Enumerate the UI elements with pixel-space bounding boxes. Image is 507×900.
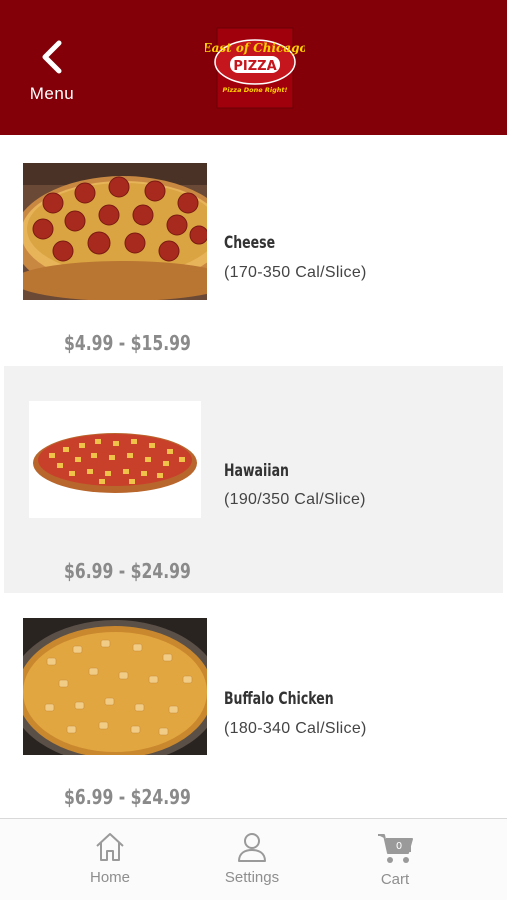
buffalo-chicken-pizza-image bbox=[23, 618, 207, 755]
menu-item-buffalo-chicken[interactable]: Buffalo Chicken (180-340 Cal/Slice) $6.9… bbox=[4, 593, 503, 818]
item-calories: (170-350 Cal/Slice) bbox=[224, 264, 367, 281]
home-icon bbox=[96, 833, 124, 861]
item-name: Buffalo Chicken bbox=[224, 689, 334, 709]
tab-cart[interactable]: 0 Cart bbox=[350, 831, 440, 897]
user-icon bbox=[238, 833, 266, 862]
svg-text:East of Chicago: East of Chicago bbox=[205, 41, 305, 55]
pepperoni-pizza-image bbox=[23, 163, 207, 300]
back-to-menu-button[interactable]: Menu bbox=[22, 40, 82, 110]
tab-home-label: Home bbox=[89, 869, 130, 886]
tab-settings[interactable]: Settings bbox=[207, 831, 297, 897]
svg-text:PIZZA: PIZZA bbox=[233, 59, 276, 74]
item-price: $4.99 - $15.99 bbox=[64, 331, 191, 355]
tab-settings-label: Settings bbox=[224, 869, 280, 886]
tab-cart-label: Cart bbox=[380, 871, 410, 888]
item-name: Hawaiian bbox=[224, 461, 289, 481]
item-price: $6.99 - $24.99 bbox=[64, 559, 191, 583]
item-price: $6.99 - $24.99 bbox=[64, 785, 191, 809]
chevron-left-icon bbox=[42, 40, 62, 74]
menu-item-cheese[interactable]: Cheese (170-350 Cal/Slice) $4.99 - $15.9… bbox=[4, 135, 503, 362]
svg-text:Pizza Done Right!: Pizza Done Right! bbox=[223, 86, 288, 94]
bottom-tab-bar: Home Settings 0 Cart bbox=[0, 818, 507, 900]
item-calories: (180-340 Cal/Slice) bbox=[224, 720, 367, 737]
menu-item-list: Cheese (170-350 Cal/Slice) $4.99 - $15.9… bbox=[0, 135, 507, 818]
hawaiian-pizza-image bbox=[29, 401, 201, 518]
cart-count: 0 bbox=[396, 841, 402, 852]
brand-logo: East of Chicago PIZZA Pizza Done Right! bbox=[201, 26, 308, 110]
app-header: Menu East of Chicago PIZZA Pizza Done Ri… bbox=[0, 0, 507, 135]
item-calories: (190/350 Cal/Slice) bbox=[224, 491, 366, 508]
cart-icon: 0 bbox=[378, 834, 413, 863]
item-name: Cheese bbox=[224, 233, 276, 253]
tab-home[interactable]: Home bbox=[65, 831, 155, 897]
back-label: Menu bbox=[29, 84, 75, 103]
menu-item-hawaiian[interactable]: Hawaiian (190/350 Cal/Slice) $6.99 - $24… bbox=[4, 366, 503, 593]
